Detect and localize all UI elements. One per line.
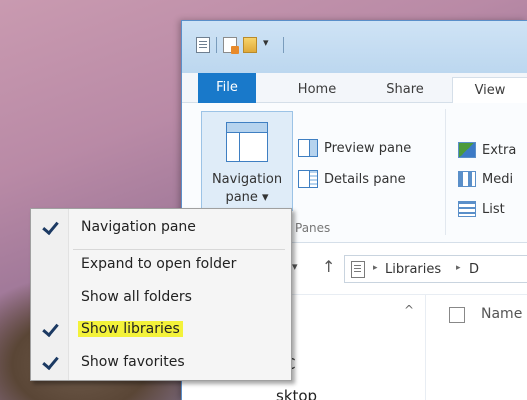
menu-item-label: Navigation pane: [81, 219, 196, 235]
details-pane-icon: [298, 170, 318, 188]
pane-divider[interactable]: [425, 295, 426, 400]
preview-pane-icon: [298, 139, 318, 157]
tab-home[interactable]: Home: [292, 77, 342, 103]
new-document-icon[interactable]: [223, 37, 239, 54]
checkmark-icon: [39, 351, 61, 373]
tab-file[interactable]: File: [198, 73, 256, 103]
checkmark-icon: [39, 318, 61, 340]
preview-pane-button[interactable]: Preview pane: [298, 138, 411, 158]
select-all-checkbox[interactable]: [449, 307, 465, 323]
up-arrow-icon[interactable]: ↑: [322, 257, 335, 276]
column-header-name[interactable]: Name: [481, 306, 522, 322]
extra-large-icons-icon: [458, 142, 476, 158]
scroll-up-icon[interactable]: ^: [404, 303, 414, 317]
breadcrumb-libraries[interactable]: Libraries: [385, 262, 441, 277]
menu-item-expand-to-open-folder[interactable]: Expand to open folder: [31, 252, 291, 278]
layout-extra-large-icons[interactable]: Extra: [458, 140, 516, 160]
layout-list[interactable]: List: [458, 199, 505, 219]
layout-medium-label: Medi: [482, 171, 514, 187]
properties-icon[interactable]: [196, 37, 210, 53]
checkmark-icon: [39, 216, 61, 238]
libraries-icon: [351, 261, 365, 278]
address-bar[interactable]: ▸ Libraries ▸ D: [344, 255, 527, 283]
panes-group-label: Panes: [295, 221, 331, 235]
menu-item-label: Show libraries: [78, 321, 183, 337]
navigation-pane-button[interactable]: Navigation pane ▾: [201, 111, 293, 211]
tree-item-desktop[interactable]: sktop: [276, 387, 317, 400]
breadcrumb-separator: ▸: [373, 263, 378, 273]
menu-item-label: Expand to open folder: [81, 256, 237, 272]
layout-extra-label: Extra: [482, 142, 517, 158]
toolbar-separator: [283, 37, 284, 53]
new-folder-icon[interactable]: [243, 37, 257, 53]
layout-medium-icons[interactable]: Medi: [458, 169, 513, 189]
list-view-icon: [458, 201, 476, 217]
menu-separator: [73, 249, 285, 250]
menu-item-label: Show all folders: [81, 289, 192, 305]
breadcrumb-next[interactable]: D: [469, 262, 479, 277]
recent-locations-dropdown-icon[interactable]: ▾: [292, 260, 298, 273]
customize-arrow-icon[interactable]: ▾: [263, 37, 277, 53]
details-pane-button[interactable]: Details pane: [298, 169, 406, 189]
toolbar-separator: [216, 37, 217, 53]
navigation-pane-menu: Navigation pane Expand to open folder Sh…: [30, 208, 292, 381]
menu-item-navigation-pane[interactable]: Navigation pane: [31, 215, 291, 241]
navigation-pane-label: Navigation: [211, 172, 283, 187]
menu-item-label: Show favorites: [81, 354, 185, 370]
medium-icons-icon: [458, 171, 476, 187]
title-bar: ▾: [182, 21, 527, 73]
navigation-pane-icon: [226, 122, 268, 162]
layout-list-label: List: [482, 201, 505, 217]
ribbon-group-divider: [445, 109, 446, 235]
menu-item-show-libraries[interactable]: Show libraries: [31, 317, 291, 343]
menu-item-show-all-folders[interactable]: Show all folders: [31, 285, 291, 311]
breadcrumb-separator: ▸: [456, 263, 461, 273]
tab-view[interactable]: View: [452, 77, 527, 104]
details-pane-label: Details pane: [324, 171, 406, 187]
preview-pane-label: Preview pane: [324, 140, 412, 156]
tab-share[interactable]: Share: [380, 77, 430, 103]
quick-access-toolbar: ▾: [196, 33, 284, 57]
navigation-pane-dropdown-label: pane ▾: [225, 190, 269, 205]
ribbon-tabs: File Home Share View: [182, 73, 527, 104]
menu-item-show-favorites[interactable]: Show favorites: [31, 350, 291, 376]
